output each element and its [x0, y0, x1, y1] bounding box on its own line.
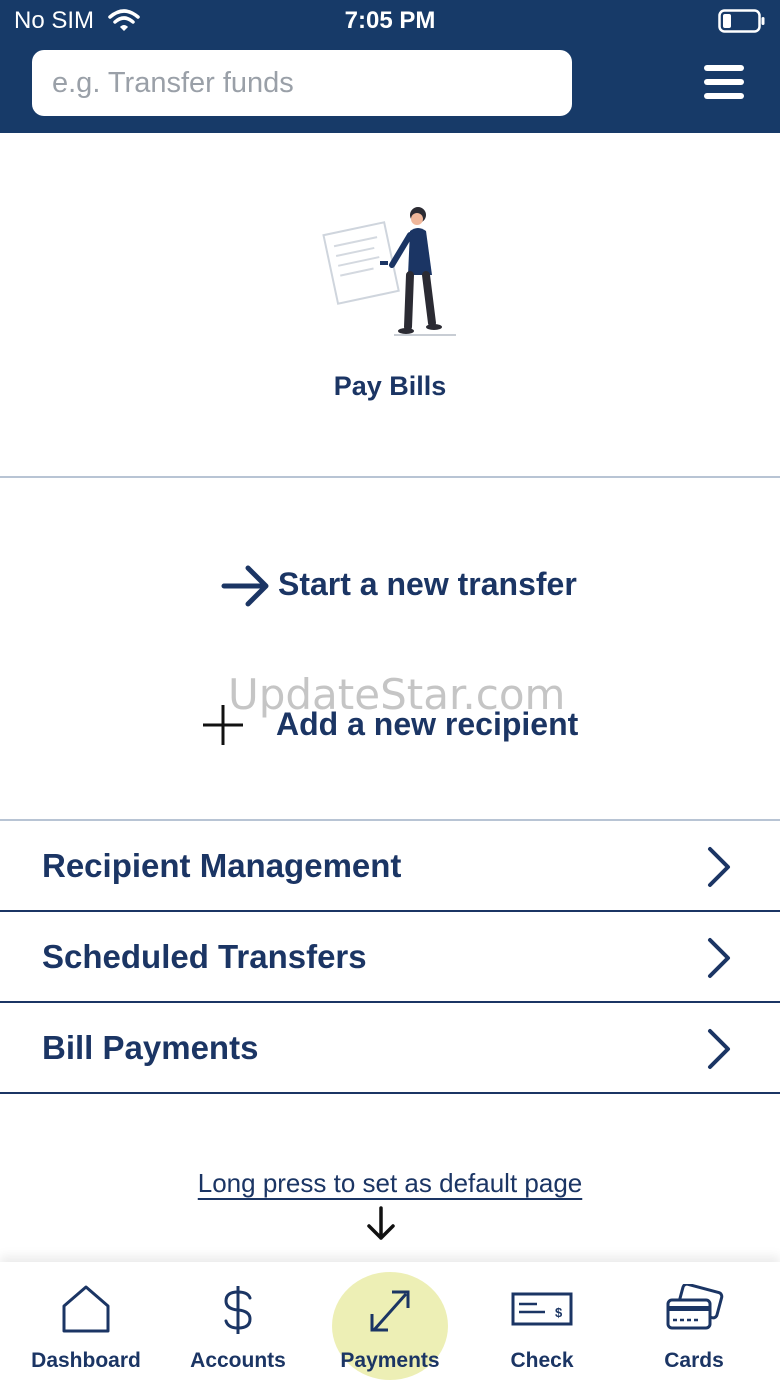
- tab-check[interactable]: $ Check: [464, 1262, 620, 1387]
- person-with-bill-illustration: [322, 207, 456, 336]
- tab-label: Check: [510, 1349, 574, 1372]
- transfer-arrows-icon: [370, 1290, 410, 1332]
- arrow-down-icon: [367, 1206, 395, 1240]
- search-input[interactable]: [32, 50, 572, 116]
- list-item-label: Scheduled Transfers: [42, 938, 367, 975]
- arrow-right-icon[interactable]: [220, 564, 272, 608]
- start-transfer-link[interactable]: Start a new transfer: [278, 566, 577, 603]
- check-icon: $: [511, 1292, 573, 1326]
- tab-label: Cards: [664, 1349, 724, 1372]
- svg-text:$: $: [555, 1305, 563, 1320]
- hamburger-menu-icon[interactable]: [700, 62, 748, 102]
- dollar-icon: [224, 1286, 252, 1334]
- recipient-management-row[interactable]: Recipient Management: [0, 821, 780, 912]
- tab-label: Dashboard: [31, 1349, 141, 1372]
- tab-cards[interactable]: Cards: [616, 1262, 772, 1387]
- status-bar: No SIM 7:05 PM: [0, 0, 780, 42]
- default-page-hint-text: Long press to set as default page: [197, 1168, 583, 1198]
- hero-title: Pay Bills: [333, 371, 447, 401]
- bottom-tab-bar: Dashboard Accounts Payments $ Check Card…: [0, 1262, 780, 1387]
- tab-accounts[interactable]: Accounts: [160, 1262, 316, 1387]
- chevron-right-icon: [708, 847, 730, 887]
- list-item-label: Recipient Management: [42, 847, 402, 884]
- pay-bills-card[interactable]: Pay Bills: [0, 133, 780, 477]
- tab-label: Payments: [340, 1349, 440, 1372]
- default-page-hint: Long press to set as default page: [0, 1168, 780, 1199]
- clock: 7:05 PM: [344, 7, 436, 34]
- scheduled-transfers-row[interactable]: Scheduled Transfers: [0, 912, 780, 1003]
- battery-icon: [718, 9, 765, 33]
- app-header: No SIM 7:05 PM: [0, 0, 780, 133]
- tab-dashboard[interactable]: Dashboard: [8, 1262, 164, 1387]
- chevron-right-icon: [708, 1029, 730, 1069]
- section-divider: [0, 476, 780, 478]
- chevron-right-icon: [708, 938, 730, 978]
- list-item-label: Bill Payments: [42, 1029, 259, 1066]
- cards-icon: [666, 1284, 724, 1330]
- watermark: UpdateStar.com: [228, 670, 566, 719]
- tab-label: Accounts: [190, 1349, 286, 1372]
- tab-payments[interactable]: Payments: [312, 1262, 468, 1387]
- home-icon: [62, 1285, 110, 1333]
- bill-payments-row[interactable]: Bill Payments: [0, 1003, 780, 1094]
